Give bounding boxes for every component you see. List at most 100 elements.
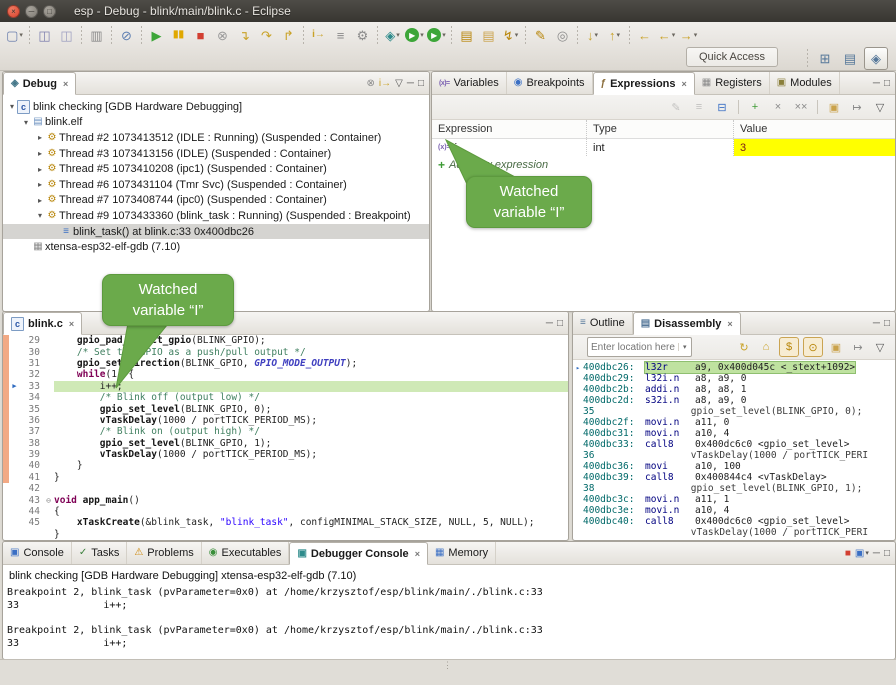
chevron-down-icon[interactable]: ▾ bbox=[672, 31, 676, 39]
maximize-button[interactable]: □ bbox=[884, 548, 890, 559]
last-edit-location-button[interactable]: ← bbox=[634, 25, 655, 45]
external-tools-button[interactable]: ▶▾ bbox=[426, 25, 447, 45]
show-logical-structure-button[interactable]: ≡ bbox=[690, 98, 708, 116]
editor-line[interactable]: 35 gpio_set_level(BLINK_GPIO, 0); bbox=[3, 403, 568, 414]
cpp-perspective-button[interactable]: ▤ bbox=[839, 48, 861, 69]
show-source-button[interactable]: $ bbox=[779, 337, 799, 357]
maximize-button[interactable]: □ bbox=[884, 318, 890, 329]
code-editor[interactable]: 29 gpio_pad_select_gpio(BLINK_GPIO);30 /… bbox=[3, 335, 568, 540]
disassembly-source-line[interactable]: vTaskDelay(1000 / portTICK_PERI bbox=[573, 527, 895, 538]
maximize-button[interactable]: □ bbox=[418, 78, 424, 89]
chevron-down-icon[interactable]: ▾ bbox=[865, 549, 869, 557]
open-resource-button[interactable]: ▤ bbox=[478, 25, 499, 45]
tab-blink-c[interactable]: cblink.c× bbox=[3, 312, 82, 335]
debug-tree-item[interactable]: ▸⚙Thread #6 1073431104 (Tmr Svc) (Suspen… bbox=[3, 177, 429, 193]
editor-line[interactable]: } bbox=[3, 529, 568, 540]
tab-problems[interactable]: ⚠Problems bbox=[127, 542, 201, 564]
view-menu-button[interactable]: ▽ bbox=[871, 98, 889, 116]
chevron-down-icon[interactable]: ▾ bbox=[442, 31, 446, 39]
tab-breakpoints[interactable]: ◉Breakpoints bbox=[507, 72, 593, 94]
maximize-button[interactable]: □ bbox=[884, 78, 890, 89]
close-icon[interactable]: × bbox=[727, 319, 732, 329]
toggle-mark-occurrences-button[interactable]: ✎ bbox=[530, 25, 551, 45]
expander-expanded-icon[interactable]: ▾ bbox=[21, 118, 31, 127]
editor-line[interactable]: ▶33 i++; bbox=[3, 381, 568, 392]
expression-cell[interactable]: (x)=i bbox=[432, 139, 587, 156]
instruction-stepping-mode-button[interactable]: i→ bbox=[379, 78, 391, 89]
editor-line[interactable]: 38 gpio_set_level(BLINK_GPIO, 1); bbox=[3, 438, 568, 449]
column-header-type[interactable]: Type bbox=[587, 120, 734, 138]
tab-modules[interactable]: ▣Modules bbox=[770, 72, 840, 94]
close-icon[interactable]: × bbox=[415, 549, 420, 559]
run-button[interactable]: ▶▾ bbox=[404, 25, 425, 45]
location-combo[interactable]: ▾ bbox=[587, 337, 692, 357]
editor-line[interactable]: 43⊖void app_main() bbox=[3, 494, 568, 505]
export-button[interactable]: ↦ bbox=[848, 98, 866, 116]
value-cell[interactable]: 3 bbox=[734, 139, 895, 156]
tab-executables[interactable]: ◉Executables bbox=[202, 542, 290, 564]
tab-registers[interactable]: ▦Registers bbox=[695, 72, 770, 94]
refresh-button[interactable]: ↻ bbox=[735, 338, 753, 356]
previous-annotation-button[interactable]: ↑▾ bbox=[604, 25, 625, 45]
close-icon[interactable]: × bbox=[682, 79, 687, 89]
add-new-expression-row[interactable]: +Add new expression bbox=[432, 156, 895, 173]
tab-tasks[interactable]: ✓Tasks bbox=[72, 542, 128, 564]
terminate-button[interactable]: ■ bbox=[845, 548, 851, 559]
tab-outline[interactable]: ≡Outline bbox=[573, 312, 633, 334]
next-annotation-button[interactable]: ↓▾ bbox=[582, 25, 603, 45]
debug-tree-item[interactable]: ▸⚙Thread #2 1073413512 (IDLE : Running) … bbox=[3, 130, 429, 146]
suspend-button[interactable]: ▮▮ bbox=[168, 25, 189, 45]
open-perspective-button[interactable]: ⊞ bbox=[814, 48, 836, 69]
editor-line[interactable]: 36 vTaskDelay(1000 / portTICK_PERIOD_MS)… bbox=[3, 415, 568, 426]
editor-line[interactable]: 37 /* Blink on (output high) */ bbox=[3, 426, 568, 437]
disassembly-line[interactable]: 400dbc2f:movi.na11, 0 bbox=[573, 417, 895, 428]
flash-target-button[interactable]: ↯▾ bbox=[500, 25, 521, 45]
expression-row[interactable]: (x)=iint3 bbox=[432, 139, 895, 156]
collapse-all-button[interactable]: ⊟ bbox=[713, 98, 731, 116]
sash-grip[interactable]: ⋮ bbox=[443, 660, 453, 670]
back-button[interactable]: ←▾ bbox=[656, 25, 677, 45]
step-return-button[interactable]: ↱ bbox=[278, 25, 299, 45]
debug-tree-item[interactable]: ▾cblink checking [GDB Hardware Debugging… bbox=[3, 99, 429, 115]
view-menu-button[interactable]: ▽ bbox=[395, 78, 403, 89]
tab-console[interactable]: ▣Console bbox=[3, 542, 72, 564]
disassembly-source-line[interactable]: 35 gpio_set_level(BLINK_GPIO, 0); bbox=[573, 406, 895, 417]
chevron-down-icon[interactable]: ▾ bbox=[694, 31, 698, 39]
view-menu-button[interactable]: ▽ bbox=[871, 338, 889, 356]
remove-expression-button[interactable]: × bbox=[769, 98, 787, 116]
minimize-button[interactable]: ─ bbox=[873, 318, 880, 329]
window-maximize-button[interactable]: □ bbox=[43, 5, 56, 18]
editor-line[interactable]: 30 /* Set the GPIO as a push/pull output… bbox=[3, 346, 568, 357]
disassembly-line[interactable]: 400dbc33:call80x400dc6c0 <gpio_set_level… bbox=[573, 439, 895, 450]
debug-tree-item[interactable]: ▦xtensa-esp32-elf-gdb (7.10) bbox=[3, 239, 429, 255]
debug-tree-item[interactable]: ▸⚙Thread #5 1073410208 (ipc1) (Suspended… bbox=[3, 161, 429, 177]
editor-line[interactable]: 32 while(1) { bbox=[3, 369, 568, 380]
new-view-button[interactable]: ▣ bbox=[825, 98, 843, 116]
chevron-down-icon[interactable]: ▾ bbox=[396, 31, 400, 39]
disassembly-line[interactable]: 400dbc29:l32i.na8, a9, 0 bbox=[573, 373, 895, 384]
build-button[interactable]: ▥ bbox=[86, 25, 107, 45]
resume-button[interactable]: ▶ bbox=[146, 25, 167, 45]
debug-tree-item[interactable]: ▾▤blink.elf bbox=[3, 115, 429, 131]
column-header-value[interactable]: Value bbox=[734, 120, 895, 138]
expander-expanded-icon[interactable]: ▾ bbox=[7, 102, 17, 111]
chevron-down-icon[interactable]: ▾ bbox=[678, 343, 691, 351]
minimize-button[interactable]: ─ bbox=[546, 318, 553, 329]
disassembly-line[interactable]: 400dbc3c:movi.na11, 1 bbox=[573, 494, 895, 505]
close-icon[interactable]: × bbox=[63, 79, 68, 89]
save-button[interactable]: ◫ bbox=[34, 25, 55, 45]
chevron-down-icon[interactable]: ▾ bbox=[594, 31, 598, 39]
disassembly-line[interactable]: 400dbc2b:addi.na8, a8, 1 bbox=[573, 384, 895, 395]
expander-collapsed-icon[interactable]: ▸ bbox=[35, 165, 45, 174]
expander-collapsed-icon[interactable]: ▸ bbox=[35, 149, 45, 158]
editor-line[interactable]: 41} bbox=[3, 472, 568, 483]
debug-tree-item[interactable]: ▸⚙Thread #7 1073408744 (ipc0) (Suspended… bbox=[3, 193, 429, 209]
column-header-expression[interactable]: Expression bbox=[432, 120, 587, 138]
sync-with-pc-button[interactable]: ⊙ bbox=[803, 337, 823, 357]
maximize-button[interactable]: □ bbox=[557, 318, 563, 329]
skip-all-breakpoints-button[interactable]: ⊘ bbox=[116, 25, 137, 45]
show-type-names-button[interactable]: ✎ bbox=[667, 98, 685, 116]
editor-line[interactable]: 31 gpio_set_direction(BLINK_GPIO, GPIO_M… bbox=[3, 358, 568, 369]
save-all-button[interactable]: ◫ bbox=[56, 25, 77, 45]
chevron-down-icon[interactable]: ▾ bbox=[19, 31, 23, 39]
